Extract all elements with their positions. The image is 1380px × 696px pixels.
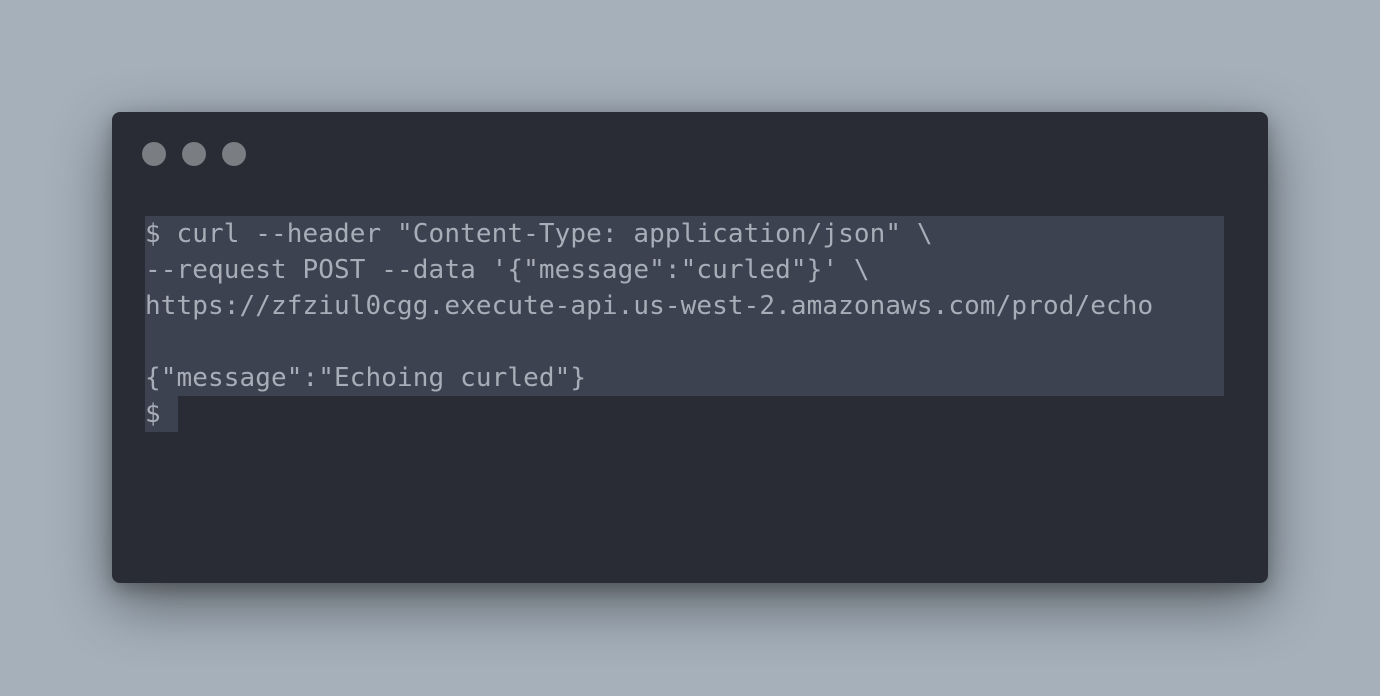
- maximize-dot-icon[interactable]: [222, 142, 246, 166]
- terminal-line-response: {"message":"Echoing curled"}: [145, 363, 587, 393]
- terminal-line-command-1: $ curl --header "Content-Type: applicati…: [145, 219, 933, 249]
- terminal-line-url: https://zfziul0cgg.execute-api.us-west-2…: [145, 291, 1154, 321]
- minimize-dot-icon[interactable]: [182, 142, 206, 166]
- terminal-prompt[interactable]: $: [145, 396, 161, 432]
- terminal-line-command-2: --request POST --data '{"message":"curle…: [145, 255, 870, 285]
- terminal-window: $ curl --header "Content-Type: applicati…: [112, 112, 1268, 583]
- close-dot-icon[interactable]: [142, 142, 166, 166]
